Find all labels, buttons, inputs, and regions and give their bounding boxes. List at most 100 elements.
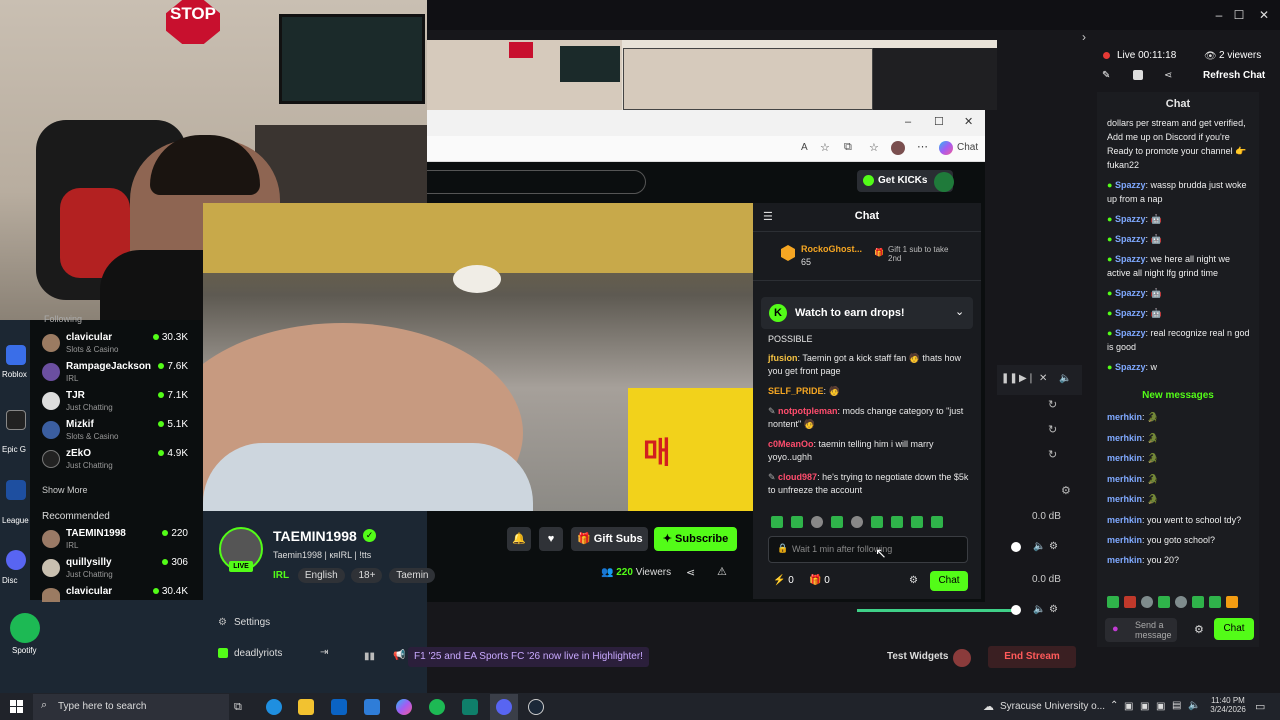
- popout-icon[interactable]: [1133, 70, 1143, 80]
- close-icon[interactable]: ✕: [964, 115, 973, 128]
- streaming-app-icon[interactable]: [462, 699, 478, 715]
- discord-icon[interactable]: [6, 550, 26, 570]
- emote-icon[interactable]: [1141, 596, 1153, 608]
- video-player[interactable]: 매: [203, 203, 753, 511]
- refresh-icon[interactable]: ↻: [1048, 398, 1057, 411]
- drops-banner[interactable]: K Watch to earn drops! ⌄: [761, 297, 973, 329]
- emote-icon[interactable]: [791, 516, 803, 528]
- steam-icon[interactable]: [528, 699, 544, 715]
- emote-icon[interactable]: [931, 516, 943, 528]
- profile-avatar[interactable]: [891, 141, 905, 155]
- file-explorer-icon[interactable]: [298, 699, 314, 715]
- minimize-icon[interactable]: –: [1212, 8, 1226, 22]
- settings-link[interactable]: Settings: [234, 617, 270, 628]
- emote-icon[interactable]: [831, 516, 843, 528]
- studio-message-input[interactable]: ● Send a message: [1105, 618, 1177, 642]
- points-display[interactable]: ⚡ 0: [773, 575, 794, 586]
- settings-icon[interactable]: ⚙: [1194, 623, 1204, 636]
- volume-icon[interactable]: 🔈: [1059, 373, 1071, 384]
- sidebar-channel[interactable]: quillysilly Just Chatting 306: [42, 557, 202, 586]
- minimize-icon[interactable]: –: [905, 116, 911, 128]
- emote-icon[interactable]: [1192, 596, 1204, 608]
- weather-text[interactable]: Syracuse University o...: [1000, 701, 1105, 712]
- spotify-icon[interactable]: [429, 699, 445, 715]
- emote-icon[interactable]: [891, 516, 903, 528]
- notification-bell-icon[interactable]: 🔔: [507, 527, 531, 551]
- settings-icon[interactable]: ⚙: [218, 617, 227, 628]
- search-input[interactable]: [427, 170, 646, 194]
- streamer-name[interactable]: TAEMIN1998: [273, 528, 357, 544]
- roblox-icon[interactable]: [6, 345, 26, 365]
- store-icon[interactable]: [331, 699, 347, 715]
- refresh-chat-button[interactable]: Refresh Chat: [1203, 70, 1265, 81]
- share-icon[interactable]: ⋖: [686, 566, 695, 579]
- emote-icon[interactable]: [811, 516, 823, 528]
- mixer-slider-handle[interactable]: [1011, 605, 1021, 615]
- subscribe-button[interactable]: ✦ Subscribe: [654, 527, 737, 551]
- logout-icon[interactable]: ⇥: [320, 647, 328, 658]
- sidebar-channel[interactable]: TAEMIN1998 IRL 220: [42, 528, 202, 557]
- clock[interactable]: 11:40 PM 3/24/2026: [1208, 696, 1248, 714]
- copilot-icon[interactable]: [396, 699, 412, 715]
- emote-icon[interactable]: [1175, 596, 1187, 608]
- category-tag[interactable]: IRL: [273, 570, 289, 581]
- test-widgets-button[interactable]: Test Widgets: [887, 651, 948, 662]
- network-icon[interactable]: ▤: [1172, 700, 1181, 711]
- more-icon[interactable]: ⋯: [917, 140, 928, 153]
- gift-count-display[interactable]: 🎁 0: [809, 575, 830, 586]
- league-icon[interactable]: [6, 480, 26, 500]
- epic-games-icon[interactable]: [6, 410, 26, 430]
- chevron-down-icon[interactable]: ⌄: [955, 305, 964, 318]
- settings-icon[interactable]: ⚙: [1049, 541, 1058, 552]
- gift-prompt[interactable]: Gift 1 sub to take 2nd: [888, 245, 963, 263]
- favorites-icon[interactable]: ☆: [869, 141, 879, 154]
- emote-icon[interactable]: [851, 516, 863, 528]
- edge-icon[interactable]: [266, 699, 282, 715]
- favorite-icon[interactable]: ☆: [820, 141, 830, 154]
- avatar[interactable]: [953, 649, 971, 667]
- tag-pill[interactable]: Taemin: [389, 568, 436, 583]
- settings-icon[interactable]: ⚙: [909, 575, 918, 586]
- studio-chat-send-button[interactable]: Chat: [1214, 618, 1254, 640]
- emote-icon[interactable]: [1226, 596, 1238, 608]
- gift-subs-button[interactable]: 🎁 Gift Subs: [571, 527, 648, 551]
- collapse-arrow-icon[interactable]: ›: [1082, 30, 1086, 44]
- follow-heart-icon[interactable]: ♥: [539, 527, 563, 551]
- mute-icon[interactable]: ✕: [1039, 373, 1047, 384]
- emote-icon[interactable]: [871, 516, 883, 528]
- browser-chat-label[interactable]: Chat: [957, 142, 978, 153]
- sidebar-channel[interactable]: clavicular Slots & Casino 30.3K: [42, 332, 202, 361]
- emote-icon[interactable]: [1209, 596, 1221, 608]
- report-icon[interactable]: ⚠: [717, 565, 727, 578]
- sidebar-channel[interactable]: RampageJackson IRL 7.6K: [42, 361, 202, 390]
- taskbar-search-input[interactable]: ⌕ Type here to search: [33, 694, 229, 720]
- ticker-banner[interactable]: F1 '25 and EA Sports FC '26 now live in …: [408, 647, 649, 667]
- tray-icon[interactable]: ▣: [1124, 701, 1133, 712]
- emote-icon[interactable]: [1124, 596, 1136, 608]
- emote-icon[interactable]: [771, 516, 783, 528]
- read-aloud-icon[interactable]: A: [801, 142, 808, 153]
- mic-icon[interactable]: ●: [1112, 623, 1119, 635]
- tag-pill[interactable]: English: [297, 568, 345, 583]
- stats-icon[interactable]: ▮▮: [364, 651, 375, 662]
- notifications-icon[interactable]: ▭: [1255, 700, 1265, 713]
- show-more-link[interactable]: Show More: [42, 485, 88, 495]
- tray-arrow-icon[interactable]: ⌃: [1110, 700, 1118, 711]
- sidebar-channel[interactable]: TJR Just Chatting 7.1K: [42, 390, 202, 419]
- user-avatar[interactable]: [934, 172, 954, 192]
- mixer-slider-handle[interactable]: [1011, 542, 1021, 552]
- emote-icon[interactable]: [911, 516, 923, 528]
- volume-icon[interactable]: 🔈: [1188, 700, 1200, 711]
- sidebar-channel[interactable]: clavicular 30.4K: [42, 586, 202, 606]
- copilot-icon[interactable]: [939, 141, 953, 155]
- emote-icon[interactable]: [1158, 596, 1170, 608]
- share-icon[interactable]: ⋖: [1164, 70, 1172, 81]
- pause-icon[interactable]: ❚❚: [1001, 373, 1018, 384]
- maximize-icon[interactable]: ☐: [1232, 8, 1246, 22]
- end-stream-button[interactable]: End Stream: [988, 646, 1076, 668]
- tray-icon[interactable]: ▣: [1140, 701, 1149, 712]
- emote-icon[interactable]: [1107, 596, 1119, 608]
- tray-icon[interactable]: ▣: [1156, 701, 1165, 712]
- volume-icon[interactable]: 🔈: [1033, 541, 1045, 552]
- maximize-icon[interactable]: ☐: [934, 115, 944, 128]
